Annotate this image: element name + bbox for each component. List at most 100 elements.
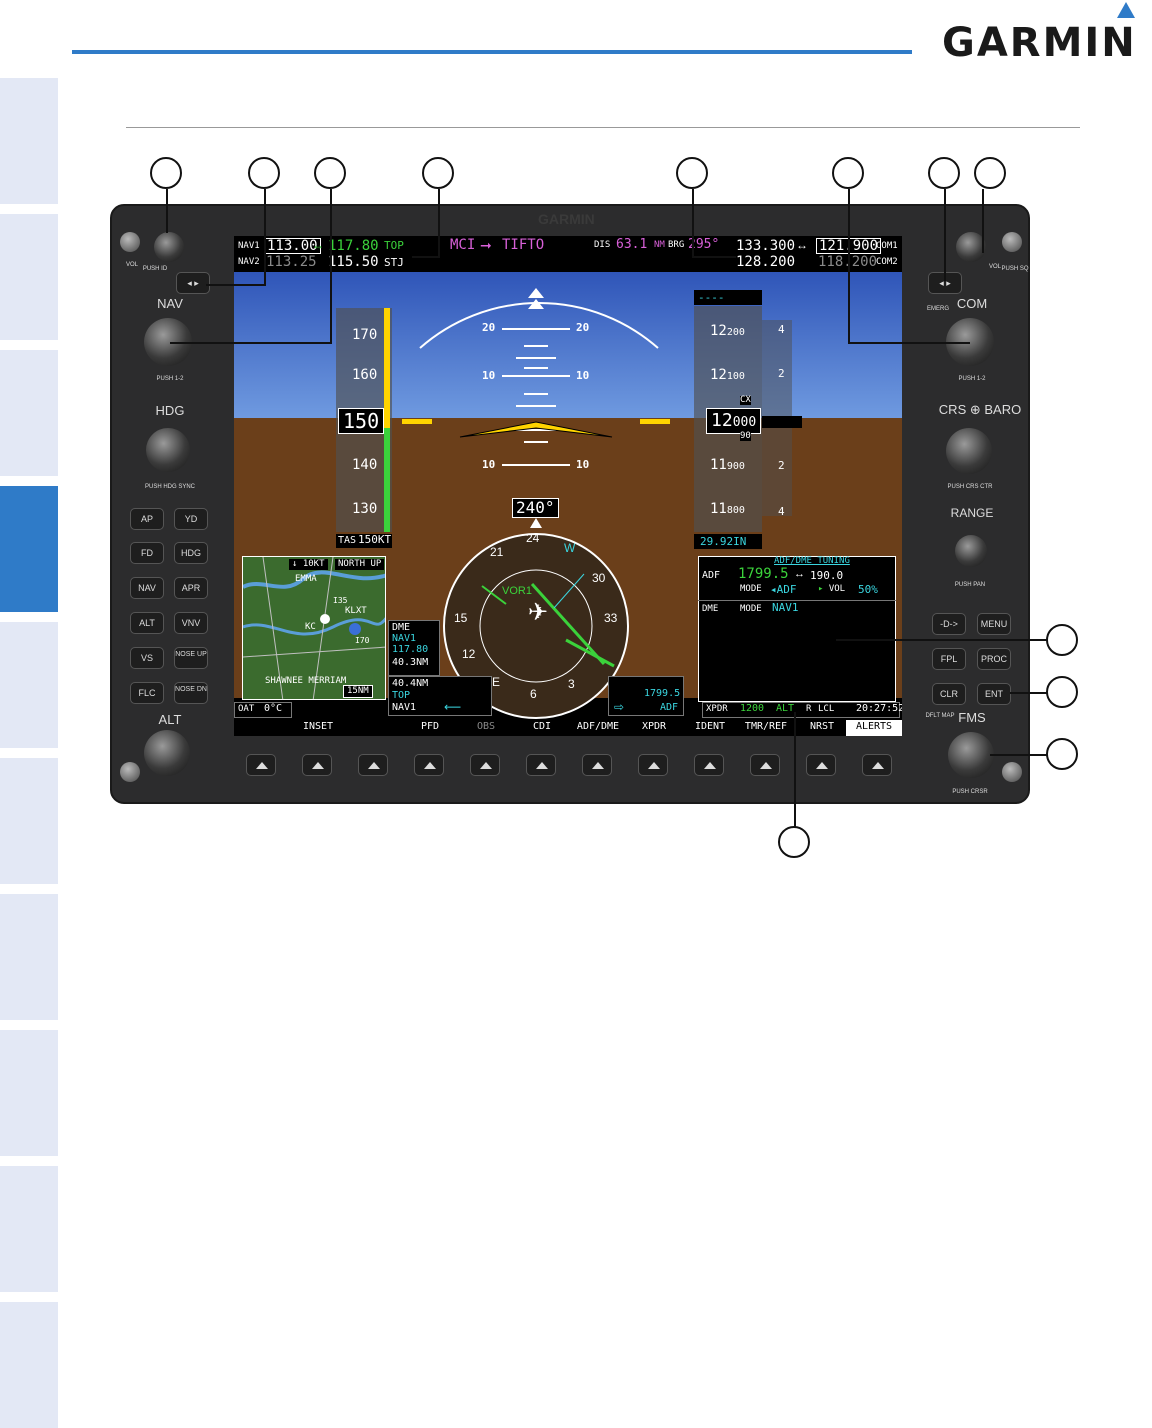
side-tab-5[interactable]: [0, 622, 58, 748]
hdg-knob[interactable]: [146, 428, 190, 472]
nav-push-12-label: PUSH 1-2: [156, 376, 184, 382]
alt-knob[interactable]: [144, 730, 190, 776]
softkey-tmr-ref[interactable]: TMR/REF: [738, 722, 794, 732]
vnv-key[interactable]: VNV: [174, 612, 208, 634]
adf-standby-frequency[interactable]: 190.0: [810, 570, 843, 581]
side-tab-8[interactable]: [0, 1030, 58, 1156]
adf-mode-value[interactable]: ◂ADF: [770, 584, 797, 595]
softkey-ident[interactable]: IDENT: [682, 722, 738, 732]
callout-6-leader: [848, 189, 850, 343]
brg-label: BRG: [668, 240, 685, 250]
bearing2-pointer-icon: ⇨: [614, 700, 625, 714]
fms-knob[interactable]: [948, 732, 994, 778]
side-tab-2[interactable]: [0, 214, 58, 340]
adf-volume[interactable]: 50%: [858, 584, 878, 595]
softkey-cdi[interactable]: CDI: [514, 722, 570, 732]
adf-swap-arrow: ↔: [794, 568, 805, 580]
callout-12: [778, 826, 810, 858]
dis-label: DIS: [594, 240, 611, 250]
nose-dn-key[interactable]: NOSE DN: [174, 682, 208, 704]
push-crs-ctr-label: PUSH CRS CTR: [947, 484, 993, 490]
nav1-id: TOP: [384, 239, 404, 252]
pitch-label: 10: [482, 458, 496, 471]
dme-distance: 40.3NM: [392, 657, 429, 668]
fd-key[interactable]: FD: [130, 542, 164, 564]
callout-5-leader: [692, 256, 736, 258]
softkey-7-button[interactable]: [582, 754, 612, 776]
nav-swap-button[interactable]: ◂ ▸: [176, 272, 210, 294]
com1-active[interactable]: 133.300: [736, 239, 795, 253]
softkey-1-button[interactable]: [246, 754, 276, 776]
proc-key[interactable]: PROC: [977, 648, 1011, 670]
softkey-2-button[interactable]: [302, 754, 332, 776]
softkey-10-button[interactable]: [750, 754, 780, 776]
bearing1-id: TOP: [392, 690, 411, 701]
dme-mode-value[interactable]: NAV1: [772, 602, 799, 613]
yd-key[interactable]: YD: [174, 508, 208, 530]
softkey-xpdr[interactable]: XPDR: [626, 722, 682, 732]
side-tab-9[interactable]: [0, 1166, 58, 1292]
inset-range[interactable]: 15NM: [343, 685, 373, 698]
side-tab-4-active[interactable]: [0, 486, 58, 612]
softkey-adf-dme[interactable]: ADF/DME: [570, 722, 626, 732]
airspeed-readout: 150: [338, 408, 385, 434]
crs-baro-knob[interactable]: [946, 428, 992, 474]
softkey-alerts[interactable]: ALERTS: [846, 720, 902, 736]
softkey-4-button[interactable]: [414, 754, 444, 776]
softkey-9-button[interactable]: [694, 754, 724, 776]
side-tab-7[interactable]: [0, 894, 58, 1020]
side-tab-6[interactable]: [0, 758, 58, 884]
inset-map[interactable]: ↓ 10KT NORTH UP SHAWNEE MERRIAM KC KLXT …: [242, 556, 386, 700]
softkey-obs[interactable]: OBS: [458, 722, 514, 732]
section-rule: [126, 127, 1080, 128]
nav1-standby[interactable]: 117.80: [328, 239, 379, 253]
hdg-key[interactable]: HDG: [174, 542, 208, 564]
fpl-key[interactable]: FPL: [932, 648, 966, 670]
callout-11: [1046, 738, 1078, 770]
menu-key[interactable]: MENU: [977, 613, 1011, 635]
altitude-tick: 11900: [710, 457, 745, 473]
ent-key[interactable]: ENT: [977, 683, 1011, 705]
callout-1: [150, 157, 182, 189]
svg-text:✈: ✈: [528, 598, 548, 626]
side-tab-1[interactable]: [0, 78, 58, 204]
push-hdg-sync-label: PUSH HDG SYNC: [144, 484, 195, 490]
baro-setting[interactable]: 29.92IN: [694, 534, 762, 549]
adf-active-frequency[interactable]: 1799.5: [738, 567, 789, 581]
hdg-label: HDG: [155, 403, 185, 418]
softkey-inset[interactable]: INSET: [290, 722, 346, 732]
inset-map-label: KC: [305, 622, 316, 632]
softkey-11-button[interactable]: [806, 754, 836, 776]
compass-label: 6: [530, 687, 537, 701]
callout-5-leader: [692, 189, 694, 257]
push-id-label: PUSH ID: [142, 266, 168, 272]
side-tab-3[interactable]: [0, 350, 58, 476]
clr-key[interactable]: CLR: [932, 683, 966, 705]
callout-2: [248, 157, 280, 189]
inset-map-label: I70: [355, 636, 370, 645]
softkey-nrst[interactable]: NRST: [794, 722, 850, 732]
com2-active[interactable]: 128.200: [736, 255, 795, 269]
softkey-12-button[interactable]: [862, 754, 892, 776]
flc-key[interactable]: FLC: [130, 682, 164, 704]
softkey-6-button[interactable]: [526, 754, 556, 776]
range-joystick[interactable]: [955, 535, 987, 567]
apr-key[interactable]: APR: [174, 577, 208, 599]
direct-to-key[interactable]: -D->: [932, 613, 966, 635]
nose-up-key[interactable]: NOSE UP: [174, 647, 208, 669]
xpdr-label: XPDR: [706, 704, 728, 714]
inset-map-label: SHAWNEE MERRIAM: [265, 676, 347, 686]
alt-key[interactable]: ALT: [130, 612, 164, 634]
side-tab-10[interactable]: [0, 1302, 58, 1428]
nav-key[interactable]: NAV: [130, 577, 164, 599]
nav-volume-knob[interactable]: [154, 232, 184, 262]
softkey-5-button[interactable]: [470, 754, 500, 776]
nav2-standby[interactable]: 115.50: [328, 255, 379, 269]
vs-key[interactable]: VS: [130, 647, 164, 669]
callout-3-leader: [330, 189, 332, 343]
softkey-pfd[interactable]: PFD: [402, 722, 458, 732]
ap-key[interactable]: AP: [130, 508, 164, 530]
softkey-3-button[interactable]: [358, 754, 388, 776]
nav2-active[interactable]: 113.25: [266, 255, 317, 269]
softkey-8-button[interactable]: [638, 754, 668, 776]
